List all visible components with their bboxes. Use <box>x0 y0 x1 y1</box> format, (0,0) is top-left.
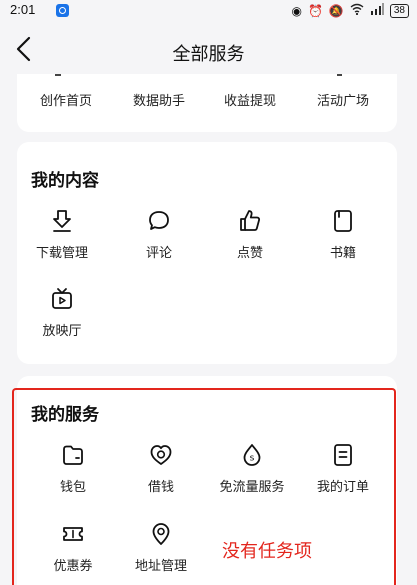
service-item-loan[interactable]: 借钱 <box>116 442 206 495</box>
signal-icon <box>370 3 384 18</box>
content-item-comment[interactable]: 评论 <box>114 208 204 261</box>
status-icons: ◉ ⏰ 🔕 38 <box>291 3 409 18</box>
content-item-label: 下载管理 <box>35 246 88 261</box>
page-title: 全部服务 <box>172 44 245 65</box>
scrolled-icons-remnant <box>55 74 342 76</box>
annotation-text: 没有任务项 <box>222 541 312 562</box>
content-item-download[interactable]: 下载管理 <box>17 208 107 261</box>
data-drop-icon: s <box>243 444 261 466</box>
order-icon <box>334 444 352 466</box>
service-item-creator-home[interactable]: 创作首页 <box>21 90 111 109</box>
service-item-data-assistant[interactable]: 数据助手 <box>114 90 204 109</box>
status-bar: 2:01 ◉ ⏰ 🔕 38 <box>0 0 417 22</box>
content-item-label: 点赞 <box>236 246 263 261</box>
nav-bar: 全部服务 <box>0 22 417 78</box>
service-item-label: 免流量服务 <box>219 480 285 495</box>
creator-services-card: 创作首页 数据助手 收益提现 活动广场 <box>17 74 397 132</box>
my-services-card: 我的服务 钱包 借钱 s 免流量服务 我的订单 优惠券 地址管理 <box>17 376 397 585</box>
service-item-label: 数据助手 <box>132 94 185 109</box>
wifi-icon <box>350 3 364 18</box>
content-item-label: 评论 <box>145 246 172 261</box>
coupon-icon <box>63 527 83 541</box>
section-title: 我的服务 <box>31 405 99 425</box>
service-item-wallet[interactable]: 钱包 <box>28 442 118 495</box>
alarm-icon: ⏰ <box>307 3 323 18</box>
svg-text:s: s <box>250 454 255 464</box>
service-item-earnings[interactable]: 收益提现 <box>205 90 295 109</box>
eye-icon: ◉ <box>291 3 302 18</box>
wallet-icon <box>63 445 83 465</box>
service-item-label: 我的订单 <box>316 480 369 495</box>
location-icon <box>152 523 170 545</box>
thumbs-up-icon <box>240 210 261 231</box>
content-item-books[interactable]: 书籍 <box>298 208 388 261</box>
service-item-label: 收益提现 <box>223 94 276 109</box>
comment-icon <box>149 211 169 230</box>
service-item-coupon[interactable]: 优惠券 <box>28 521 118 574</box>
service-item-label: 钱包 <box>59 480 86 495</box>
service-item-activity-plaza[interactable]: 活动广场 <box>298 90 388 109</box>
service-item-address[interactable]: 地址管理 <box>116 521 206 574</box>
service-item-label: 地址管理 <box>134 559 187 574</box>
loan-icon <box>150 445 172 465</box>
service-item-label: 创作首页 <box>39 94 92 109</box>
mute-icon: 🔕 <box>328 3 344 18</box>
service-item-orders[interactable]: 我的订单 <box>298 442 388 495</box>
status-time: 2:01 <box>10 2 36 17</box>
content-item-label: 书籍 <box>329 246 356 261</box>
app-notification-icon <box>56 4 69 17</box>
battery-indicator: 38 <box>389 3 409 18</box>
service-item-label: 活动广场 <box>316 94 369 109</box>
content-item-like[interactable]: 点赞 <box>205 208 295 261</box>
content-item-label: 放映厅 <box>42 324 82 339</box>
service-item-label: 借钱 <box>147 480 174 495</box>
book-icon <box>334 210 352 232</box>
tv-icon <box>52 288 72 309</box>
content-item-screening-room[interactable]: 放映厅 <box>17 286 107 339</box>
service-item-label: 优惠券 <box>53 559 93 574</box>
download-icon <box>53 210 71 232</box>
service-item-data-free[interactable]: s 免流量服务 <box>207 442 297 495</box>
section-title: 我的内容 <box>31 171 99 191</box>
my-content-card: 我的内容 下载管理 评论 点赞 书籍 放映厅 <box>17 142 397 364</box>
